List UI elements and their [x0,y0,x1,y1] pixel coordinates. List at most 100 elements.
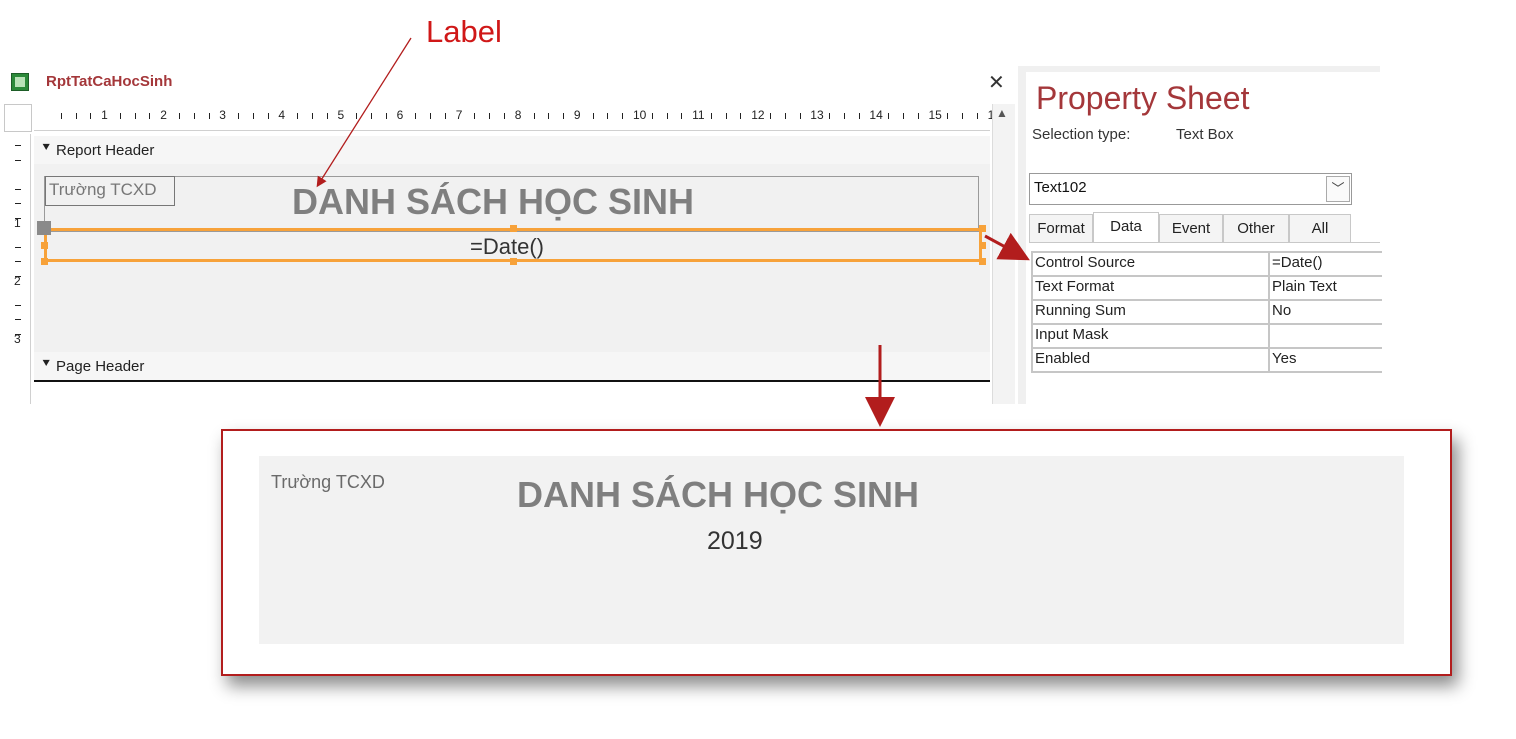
ruler-tick [15,261,21,262]
chevron-down-icon[interactable]: ﹀ [1326,176,1350,202]
ruler-tick [976,113,978,119]
ruler-tick [385,113,387,119]
ruler-tick [15,246,21,248]
property-name: Control Source [1031,251,1268,277]
callout-label: Label [426,14,502,49]
vertical-ruler: 123 [4,134,31,404]
resize-handle[interactable] [979,242,986,249]
ruler-tick [444,113,446,119]
ruler-tick [15,304,21,306]
property-value[interactable]: Plain Text [1268,275,1382,301]
tab-event[interactable]: Event [1159,214,1223,243]
selection-type-value: Text Box [1176,126,1234,143]
ruler-tick [15,145,21,146]
ruler-tick [489,113,491,119]
document-tab-title[interactable]: RptTatCaHocSinh [46,73,172,90]
ruler-tick [888,113,890,119]
ruler-tick [15,217,21,219]
ruler-number: 15 [928,108,942,122]
tab-data[interactable]: Data [1093,212,1159,242]
scroll-up-icon[interactable]: ▲ [996,106,1008,120]
ruler-number: 4 [278,108,286,122]
section-collapse-icon: ⯆ [41,356,52,371]
ruler-tick [356,113,358,119]
ruler-number: 13 [810,108,824,122]
ruler-tick [740,113,742,119]
vertical-scrollbar[interactable] [992,104,1015,404]
ruler-tick [371,113,373,119]
ruler-number: 14 [869,108,883,122]
ruler-tick [784,113,786,119]
ruler-tick [666,113,668,119]
resize-handle[interactable] [979,258,986,265]
ruler-tick [622,113,624,119]
property-name: Enabled [1031,347,1268,373]
ruler-tick [769,113,771,119]
resize-handle[interactable] [979,225,986,232]
ruler-tick [252,113,254,119]
ruler-tick [90,113,92,119]
ruler-number: 3 [219,108,226,122]
ruler-tick [474,113,476,119]
property-row[interactable]: Enabled Yes [1031,347,1382,373]
ruler-number: 8 [514,108,522,122]
ruler-tick [15,275,21,277]
property-row[interactable]: Input Mask [1031,323,1382,349]
ruler-tick [592,113,594,119]
ruler-corner[interactable] [4,104,32,132]
ruler-number: 12 [751,108,765,122]
property-value[interactable]: =Date() [1268,251,1382,277]
preview-date-value: 2019 [707,527,763,555]
ruler-tick [858,113,860,119]
school-label[interactable]: Trường TCXD [45,176,175,206]
selection-type-label: Selection type: [1032,126,1131,143]
ruler-number: 10 [633,108,647,122]
property-value[interactable]: Yes [1268,347,1382,373]
ruler-tick [799,113,801,119]
property-row[interactable]: Control Source =Date() [1031,251,1382,277]
tab-format[interactable]: Format [1029,214,1093,243]
ruler-number: 9 [573,108,581,122]
resize-handle[interactable] [41,258,48,265]
ruler-tick [902,113,904,119]
ruler-tick [681,113,683,119]
report-title-label[interactable]: DANH SÁCH HỌC SINH [292,181,694,223]
resize-handle[interactable] [510,258,517,265]
property-value[interactable]: No [1268,299,1382,325]
ruler-number: 11 [692,108,705,122]
property-row[interactable]: Text Format Plain Text [1031,275,1382,301]
close-icon[interactable]: ✕ [988,70,1005,95]
page-header-area[interactable] [34,382,990,404]
property-value[interactable] [1268,323,1382,349]
ruler-tick [651,113,653,119]
page-header-section-bar[interactable]: ⯆ Page Header [34,352,990,382]
property-name: Text Format [1031,275,1268,301]
horizontal-ruler: 12345678910111213141516 [34,104,1001,131]
ruler-tick [15,333,21,335]
ruler-tick [119,113,121,119]
ruler-tick [725,113,727,119]
ruler-number: 2 [160,108,167,122]
tab-all[interactable]: All [1289,214,1351,243]
ruler-tick [15,319,21,320]
ruler-tick [843,113,845,119]
date-textbox-expression: =Date() [470,234,544,259]
resize-handle[interactable] [41,242,48,249]
ruler-tick [178,113,180,119]
ruler-tick [917,113,919,119]
property-name: Running Sum [1031,299,1268,325]
report-header-section-bar[interactable]: ⯆ Report Header [34,136,990,166]
ruler-tick [430,113,432,119]
ruler-number: 6 [396,108,404,122]
resize-handle[interactable] [510,225,517,232]
tabs-divider [1029,242,1380,243]
ruler-tick [15,159,21,161]
tab-other[interactable]: Other [1223,214,1289,243]
ruler-tick [710,113,712,119]
ruler-tick [75,113,77,119]
ruler-number: 1 [101,108,108,122]
property-row[interactable]: Running Sum No [1031,299,1382,325]
ruler-tick [193,113,195,119]
ruler-tick [267,113,269,119]
move-handle[interactable] [37,221,51,235]
